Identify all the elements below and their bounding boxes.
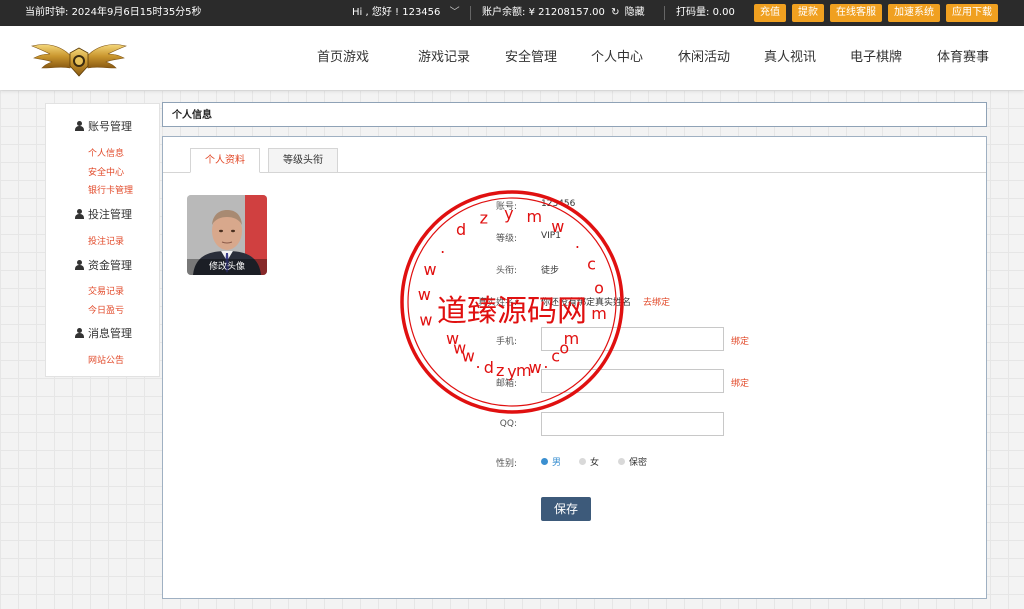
user-icon [75,121,84,131]
nav-home-games[interactable]: 首页游戏 [317,26,369,90]
gender-female-radio[interactable]: 女 [579,455,599,468]
wager-amount: 打码量: 0.00 [676,0,735,26]
user-icon [75,260,84,270]
clock-label: 当前时钟: [25,7,69,18]
nav-live-video[interactable]: 真人视讯 [764,26,816,90]
hide-balance-button[interactable]: 隐藏 [625,7,645,18]
sidebar-group-title: 消息管理 [88,327,132,340]
nav-game-records[interactable]: 游戏记录 [418,26,470,90]
app-download-button[interactable]: 应用下载 [946,4,998,22]
gender-label: 性别: [495,459,517,469]
user-menu[interactable]: Hi , 您好 ! 123456 ﹀ [352,0,460,26]
profile-panel: 个人资料 等级头衔 修改头像 账号: 123456 等级: VIP1 头衔: 徒… [162,136,987,599]
nav-sports[interactable]: 体育赛事 [937,26,989,90]
greeting-text: Hi , 您好 ! [352,7,400,18]
sidebar-item-announcements[interactable]: 网站公告 [88,353,124,366]
phone-label: 手机: [495,337,517,347]
gender-option-label: 女 [590,458,600,468]
gender-male-radio[interactable]: 男 [541,455,561,468]
sidebar-group-account: 账号管理 [75,118,132,134]
account-value: 123456 [541,199,576,209]
content-title-bar: 个人信息 [162,102,987,127]
phone-input[interactable] [541,327,724,351]
sidebar-item-security-center[interactable]: 安全中心 [88,165,124,178]
bind-phone-link[interactable]: 绑定 [731,334,749,347]
radio-dot-icon [541,458,548,465]
gender-option-label: 保密 [629,458,648,468]
qq-label: QQ: [499,419,517,429]
withdraw-button[interactable]: 提款 [792,4,824,22]
bind-email-link[interactable]: 绑定 [731,376,749,389]
sidebar-item-bet-records[interactable]: 投注记录 [88,234,124,247]
radio-dot-icon [579,458,586,465]
nav-chess-cards[interactable]: 电子棋牌 [850,26,902,90]
rank-label: 头衔: [495,266,517,276]
sidebar-item-bank-card[interactable]: 银行卡管理 [88,183,133,196]
sidebar-item-personal-info[interactable]: 个人信息 [88,146,124,159]
clock: 当前时钟: 2024年9月6日15时35分5秒 [25,0,202,26]
balance-value: ¥ 21208157.00 [528,7,605,18]
nav-personal-center[interactable]: 个人中心 [591,26,643,90]
sidebar-item-transactions[interactable]: 交易记录 [88,284,124,297]
logo-wings-icon[interactable] [30,36,128,82]
sidebar: 账号管理 个人信息 安全中心 银行卡管理 投注管理 投注记录 资金管理 交易记录… [45,103,160,377]
sidebar-group-title: 资金管理 [88,259,132,272]
change-avatar-caption[interactable]: 修改头像 [187,259,267,275]
level-value: VIP1 [541,231,561,241]
level-label: 等级: [495,234,517,244]
radio-dot-icon [618,458,625,465]
account-label: 账号: [495,202,517,212]
qq-input[interactable] [541,412,724,436]
realname-value: 你还没有绑定真实姓名 [541,298,632,308]
customer-service-button[interactable]: 在线客服 [830,4,882,22]
divider [470,6,471,20]
nav-leisure[interactable]: 休闲活动 [678,26,730,90]
realname-label: 真实姓名: [477,298,517,308]
username: 123456 [402,7,441,18]
bind-realname-link[interactable]: 去绑定 [643,295,670,308]
gender-secret-radio[interactable]: 保密 [618,455,647,468]
tab-personal-profile[interactable]: 个人资料 [190,148,260,173]
user-icon [75,328,84,338]
rank-value: 徒步 [541,266,560,276]
nav-security[interactable]: 安全管理 [505,26,557,90]
refresh-icon[interactable]: ↻ [611,0,619,26]
wager-label: 打码量: [676,7,710,18]
sidebar-group-title: 账号管理 [88,120,132,133]
divider [664,6,665,20]
accelerate-button[interactable]: 加速系统 [888,4,940,22]
clock-value: 2024年9月6日15时35分5秒 [71,7,202,18]
sidebar-group-funds: 资金管理 [75,257,132,273]
save-button[interactable]: 保存 [541,497,591,521]
avatar[interactable]: 修改头像 [187,195,267,275]
gender-option-label: 男 [552,458,562,468]
sidebar-item-today-pnl[interactable]: 今日盈亏 [88,303,124,316]
tab-level-title[interactable]: 等级头衔 [268,148,338,173]
top-bar: 当前时钟: 2024年9月6日15时35分5秒 Hi , 您好 ! 123456… [0,0,1024,26]
header: 首页游戏 游戏记录 安全管理 个人中心 休闲活动 真人视讯 电子棋牌 体育赛事 [0,26,1024,90]
sidebar-group-betting: 投注管理 [75,206,132,222]
user-icon [75,209,84,219]
email-label: 邮箱: [495,379,517,389]
balance-label: 账户余额: [482,7,526,18]
page-title: 个人信息 [172,110,212,121]
wager-value: 0.00 [712,7,735,18]
chevron-down-icon[interactable]: ﹀ [450,0,460,26]
deposit-button[interactable]: 充值 [754,4,786,22]
balance: 账户余额: ¥ 21208157.00 ↻ 隐藏 [482,0,645,26]
email-input[interactable] [541,369,724,393]
sidebar-group-messages: 消息管理 [75,325,132,341]
sidebar-group-title: 投注管理 [88,208,132,221]
